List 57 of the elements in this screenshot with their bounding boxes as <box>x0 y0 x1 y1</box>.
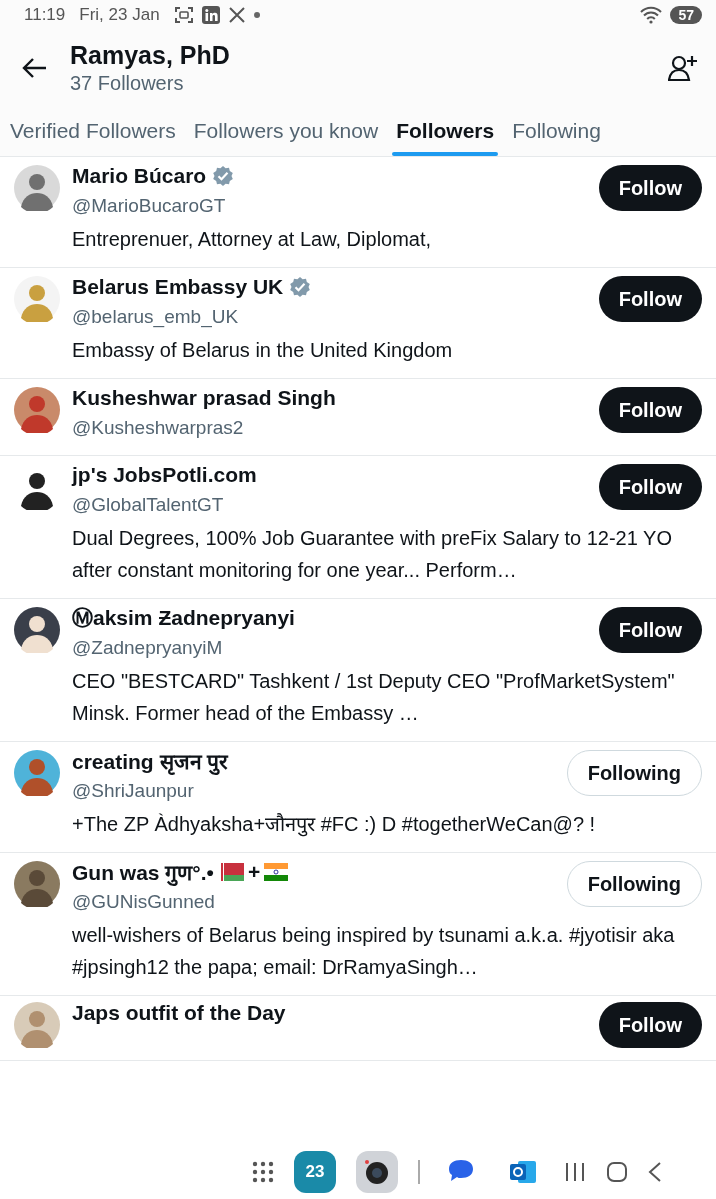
user-bio: CEO "BESTCARD" Tashkent / 1st Deputy CEO "ProfMarketSystem" Minsk. Former head of the Embassy … <box>72 669 676 726</box>
user-handle: @ZadnepryanyiM <box>72 636 224 660</box>
user-bio: Dual Degrees, 100% Job Guarantee with preFix Salary to 12-21 YO after constant monitoring for one year... Perform… <box>72 526 673 583</box>
user-bio: well-wishers of Belarus being inspired by tsunami a.k.a. #jyotisir aka #jpsingh12 the papa; email: DrRamyaSingh… <box>72 923 676 980</box>
following-button[interactable]: Following <box>566 861 702 907</box>
follower-count: 37 Followers <box>70 72 185 95</box>
user-handle: @MarioBucaroGT <box>72 194 227 218</box>
apps-grid-icon[interactable] <box>252 1161 274 1183</box>
user-name: Mario Búcaro <box>72 164 207 188</box>
list-row[interactable]: Gun was गुण°.• + @GUNisGunned Following well-wishers of Belarus being inspired by tsunami a.k.a. #jyotisir aka #jpsingh12 the papa; email: DrRamyaSingh… <box>0 853 716 996</box>
user-bio: Entreprenuer, Attorney at Law, Diplomat, <box>72 227 433 252</box>
tab[interactable]: Verified Followers <box>10 106 176 156</box>
user-name: Kusheshwar prasad Singh <box>72 386 336 410</box>
user-handle: @GlobalTalentGT <box>72 493 225 517</box>
camera-app-icon[interactable] <box>356 1151 398 1193</box>
user-handle: @GUNisGunned <box>72 890 216 914</box>
calendar-app-button[interactable]: 23 <box>294 1151 336 1193</box>
user-bio: +The ZP Àdhyaksha+जौनपुर #FC :) D #togetherWeCan@? ! <box>72 812 597 839</box>
follow-button[interactable]: Follow <box>598 276 702 322</box>
linkedin-icon <box>201 6 220 24</box>
follow-button[interactable]: Follow <box>598 1002 702 1048</box>
list-row[interactable]: jp's JobsPotli.com @GlobalTalentGT Follow Dual Degrees, 100% Job Guarantee with preFix Salary to 12-21 YO after constant monitoring for one year... Perform… <box>0 456 716 599</box>
follow-button[interactable]: Follow <box>598 464 702 510</box>
belarus-flag-icon <box>219 863 244 881</box>
user-name: Belarus Embassy UK <box>72 275 284 299</box>
back-icon[interactable] <box>648 1161 662 1183</box>
follow-button[interactable]: Follow <box>598 607 702 653</box>
user-bio: Embassy of Belarus in the United Kingdom <box>72 338 454 363</box>
recent-apps-icon[interactable] <box>564 1162 586 1182</box>
x-logo-icon <box>227 6 246 24</box>
status-time: 11:19 <box>24 5 66 25</box>
status-date: Fri, 23 Jan <box>79 5 160 25</box>
follow-button[interactable]: Follow <box>598 387 702 433</box>
user-name: Gun was गुण°.• <box>72 860 214 886</box>
follow-button[interactable]: Follow <box>598 165 702 211</box>
profile-name: Ramyas, PhD <box>70 41 230 70</box>
following-button[interactable]: Following <box>566 750 702 796</box>
user-handle: @belarus_emb_UK <box>72 305 240 330</box>
wifi-icon <box>640 6 663 24</box>
user-name: Japs outfit of the Day <box>72 1001 286 1025</box>
name-suffix: + <box>247 860 261 884</box>
user-name: Ⓜaksim Ƶadnepryanyi <box>72 605 295 631</box>
user-name: creating सृजन पुर <box>72 749 229 775</box>
india-flag-icon <box>264 863 289 881</box>
user-handle: @Kusheshwarpras2 <box>72 416 245 440</box>
tab[interactable]: Following <box>512 106 601 156</box>
list-row[interactable]: Kusheshwar prasad Singh @Kusheshwarpras2 Follow <box>0 379 716 456</box>
list-row[interactable]: creating सृजन पुर @ShriJaunpur Following +The ZP Àdhyaksha+जौनपुर #FC :) D #togetherWeCan@? ! <box>0 742 716 853</box>
user-handle: @ShriJaunpur <box>72 779 195 803</box>
battery-indicator: 57 <box>670 6 702 24</box>
user-name: jp's JobsPotli.com <box>72 463 257 487</box>
screenshot-icon <box>173 6 194 24</box>
list-row[interactable]: Ⓜaksim Ƶadnepryanyi @ZadnepryanyiM Follow CEO "BESTCARD" Tashkent / 1st Deputy CEO "ProfMarketSystem" Minsk. Former head of the Embassy … <box>0 599 716 742</box>
home-icon[interactable] <box>606 1161 628 1183</box>
tab[interactable]: Followers you know <box>193 106 379 156</box>
notification-dot-icon <box>253 12 260 18</box>
list-row[interactable]: Japs outfit of the Day Follow <box>0 996 716 1061</box>
